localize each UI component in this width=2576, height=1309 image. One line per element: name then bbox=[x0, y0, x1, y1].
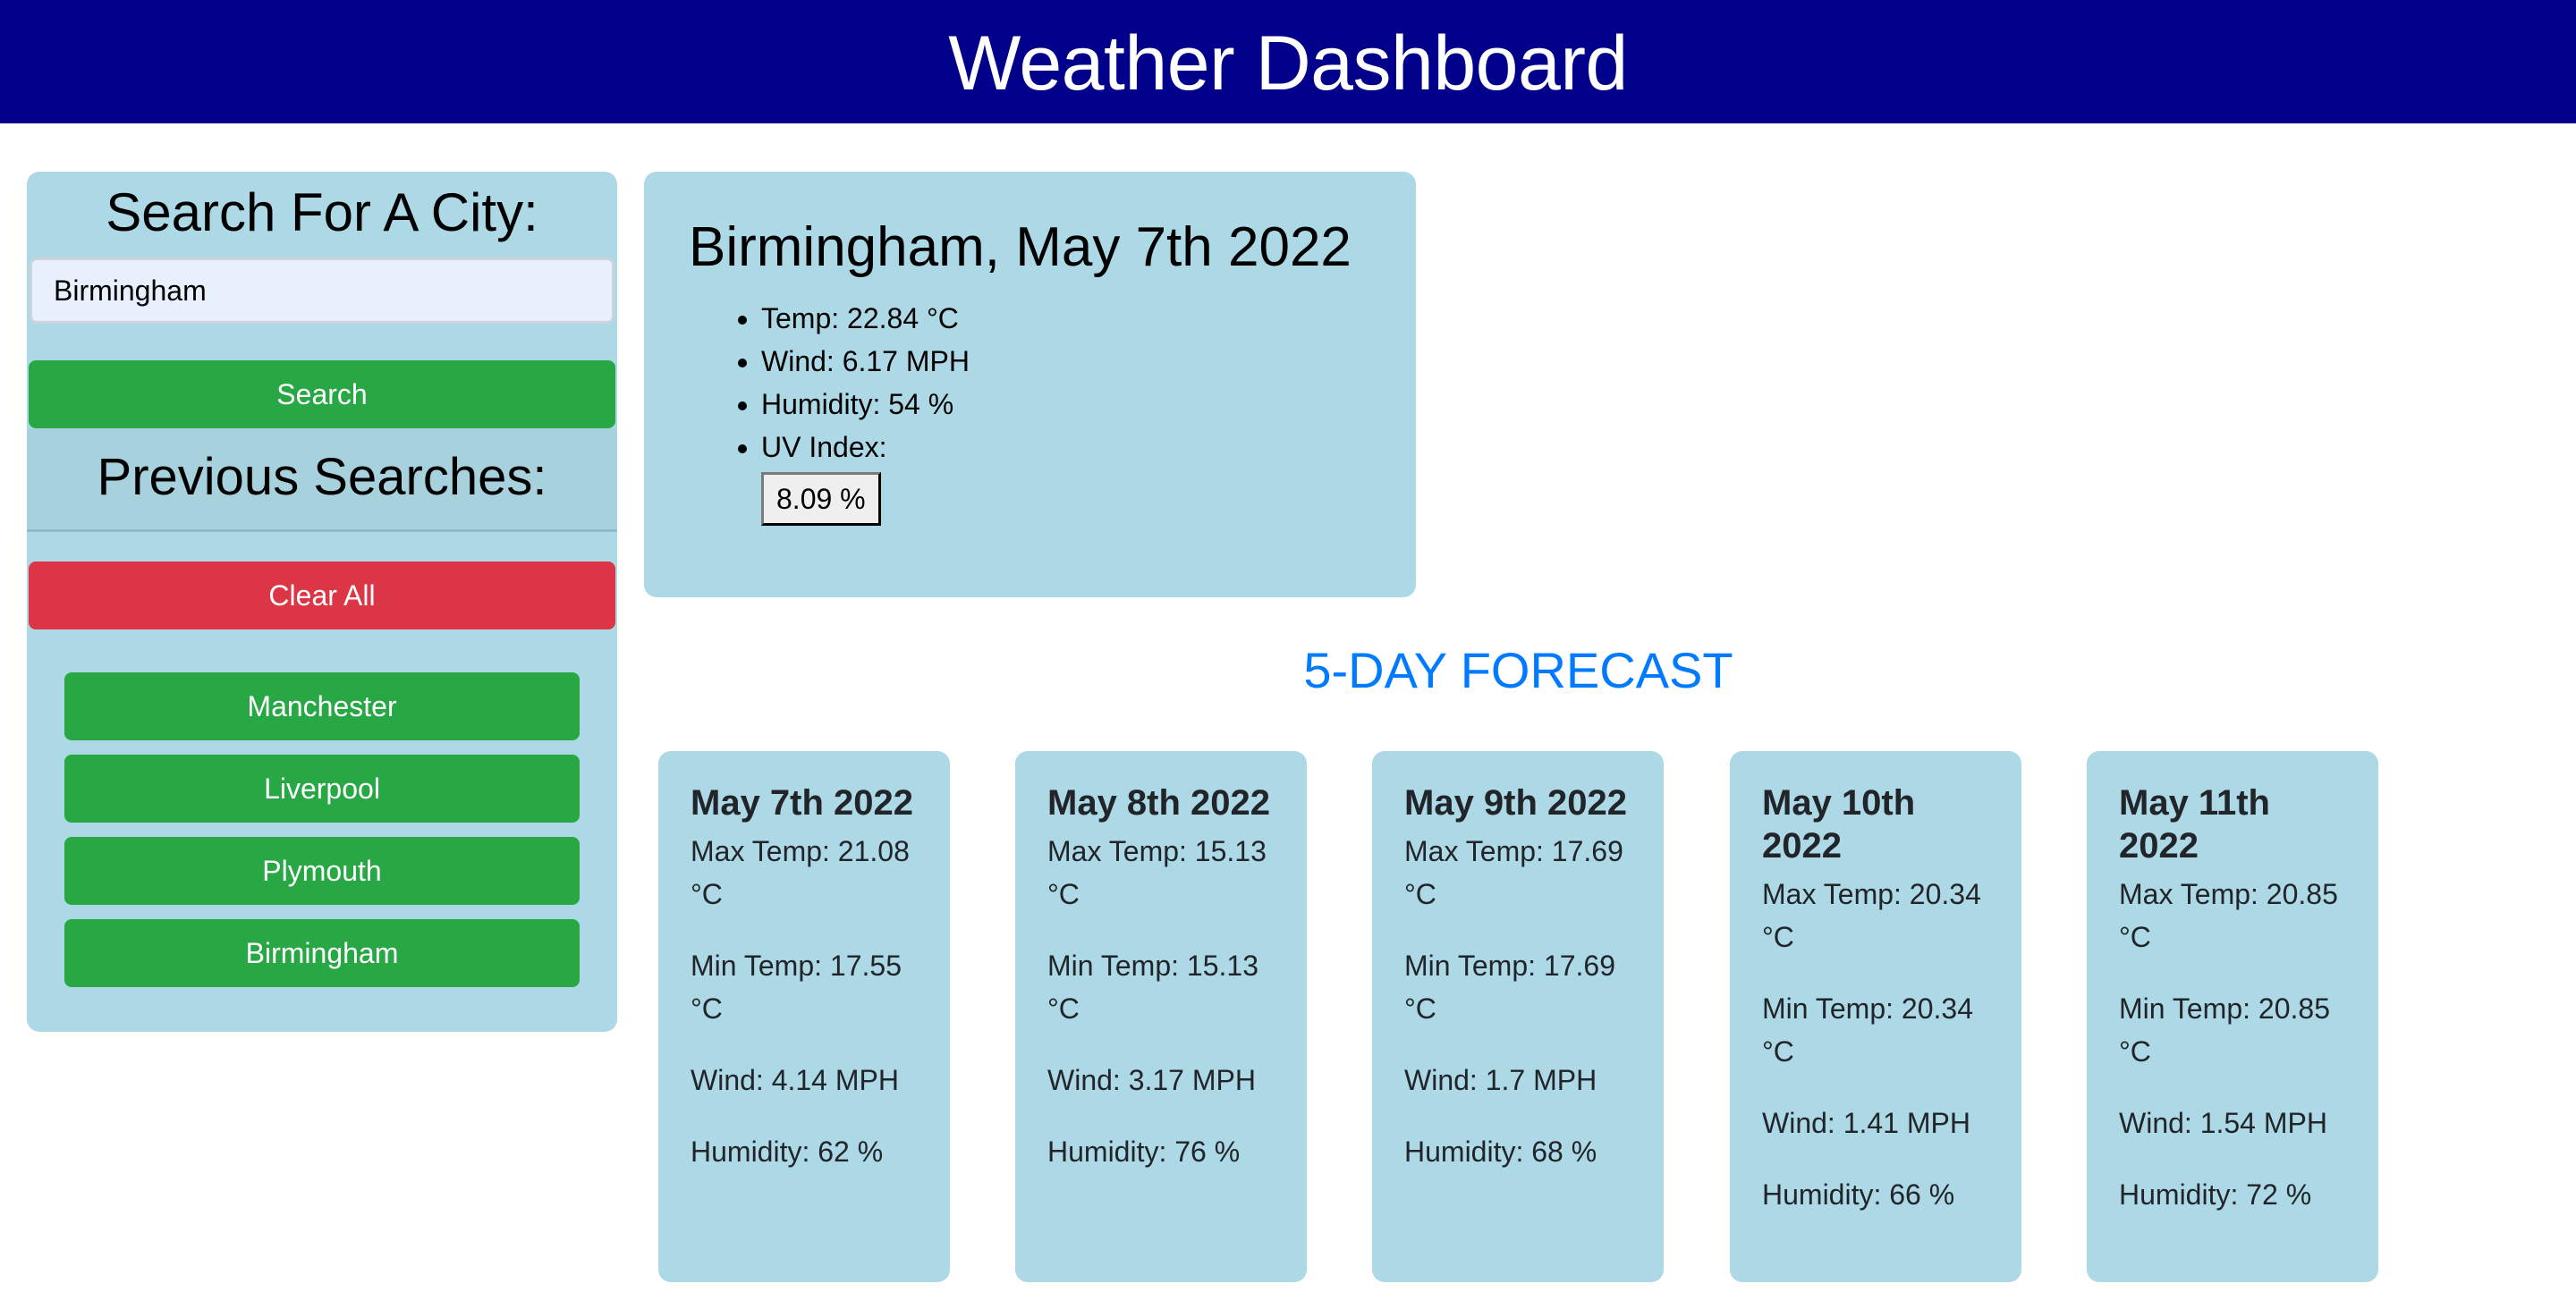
forecast-min-temp: Min Temp: 17.55 °C bbox=[691, 950, 902, 1025]
previous-search-birmingham[interactable]: Birmingham bbox=[64, 919, 580, 987]
previous-searches-header: Previous Searches: bbox=[27, 428, 617, 532]
forecast-max-temp: Max Temp: 21.08 °C bbox=[691, 835, 910, 910]
forecast-humidity: Humidity: 76 % bbox=[1047, 1136, 1241, 1168]
forecast-wind: Wind: 3.17 MPH bbox=[1047, 1064, 1256, 1096]
forecast-wind: Wind: 1.41 MPH bbox=[1762, 1107, 1970, 1139]
previous-search-liverpool[interactable]: Liverpool bbox=[64, 755, 580, 823]
forecast-max-temp: Max Temp: 20.34 °C bbox=[1762, 878, 1981, 953]
forecast-date: May 9th 2022 bbox=[1404, 783, 1628, 823]
forecast-heading: 5-DAY FORECAST bbox=[1303, 642, 1733, 698]
uv-index-badge: 8.09 % bbox=[761, 472, 881, 526]
forecast-date: May 10th 2022 bbox=[1762, 783, 1916, 866]
clear-all-button[interactable]: Clear All bbox=[29, 562, 615, 629]
current-weather-card: Birmingham, May 7th 2022 Temp: 22.84 °C … bbox=[644, 172, 1416, 597]
forecast-humidity: Humidity: 66 % bbox=[1762, 1178, 1955, 1211]
forecast-wind: Wind: 1.7 MPH bbox=[1404, 1064, 1597, 1096]
uv-index-label: UV Index: bbox=[761, 431, 887, 463]
forecast-date: May 7th 2022 bbox=[691, 783, 914, 823]
current-humidity: Humidity: 54 % bbox=[761, 383, 970, 426]
forecast-min-temp: Min Temp: 20.34 °C bbox=[1762, 992, 1973, 1068]
current-city-date: Birmingham, May 7th 2022 bbox=[689, 216, 1352, 278]
forecast-date: May 8th 2022 bbox=[1047, 783, 1271, 823]
search-heading: Search For A City: bbox=[106, 182, 538, 242]
search-sidebar: Search For A City: Search Previous Searc… bbox=[27, 172, 617, 1032]
forecast-card: May 9th 2022 Max Temp: 17.69 °C Min Temp… bbox=[1372, 751, 1664, 1282]
previous-searches-heading: Previous Searches: bbox=[97, 448, 547, 506]
current-weather-list: Temp: 22.84 °C Wind: 6.17 MPH Humidity: … bbox=[689, 297, 970, 526]
forecast-max-temp: Max Temp: 17.69 °C bbox=[1404, 835, 1623, 910]
forecast-min-temp: Min Temp: 20.85 °C bbox=[2119, 992, 2330, 1068]
current-uv: UV Index: 8.09 % bbox=[761, 426, 970, 526]
page-title: Weather Dashboard bbox=[948, 21, 1628, 106]
forecast-max-temp: Max Temp: 15.13 °C bbox=[1047, 835, 1267, 910]
forecast-card: May 10th 2022 Max Temp: 20.34 °C Min Tem… bbox=[1730, 751, 2021, 1282]
current-temp: Temp: 22.84 °C bbox=[761, 297, 970, 340]
forecast-wind: Wind: 4.14 MPH bbox=[691, 1064, 899, 1096]
previous-search-plymouth[interactable]: Plymouth bbox=[64, 837, 580, 905]
forecast-humidity: Humidity: 68 % bbox=[1404, 1136, 1597, 1168]
forecast-humidity: Humidity: 62 % bbox=[691, 1136, 884, 1168]
forecast-wind: Wind: 1.54 MPH bbox=[2119, 1107, 2327, 1139]
current-wind: Wind: 6.17 MPH bbox=[761, 340, 970, 383]
forecast-card: May 7th 2022 Max Temp: 21.08 °C Min Temp… bbox=[658, 751, 950, 1282]
forecast-min-temp: Min Temp: 17.69 °C bbox=[1404, 950, 1615, 1025]
app-header: Weather Dashboard bbox=[0, 0, 2576, 123]
search-button[interactable]: Search bbox=[29, 360, 615, 428]
previous-searches-list: Manchester Liverpool Plymouth Birmingham bbox=[64, 672, 580, 1001]
forecast-card: May 11th 2022 Max Temp: 20.85 °C Min Tem… bbox=[2087, 751, 2378, 1282]
forecast-max-temp: Max Temp: 20.85 °C bbox=[2119, 878, 2338, 953]
forecast-card: May 8th 2022 Max Temp: 15.13 °C Min Temp… bbox=[1015, 751, 1307, 1282]
forecast-min-temp: Min Temp: 15.13 °C bbox=[1047, 950, 1258, 1025]
city-search-input[interactable] bbox=[30, 258, 614, 324]
previous-search-manchester[interactable]: Manchester bbox=[64, 672, 580, 740]
forecast-date: May 11th 2022 bbox=[2119, 783, 2270, 866]
forecast-humidity: Humidity: 72 % bbox=[2119, 1178, 2312, 1211]
